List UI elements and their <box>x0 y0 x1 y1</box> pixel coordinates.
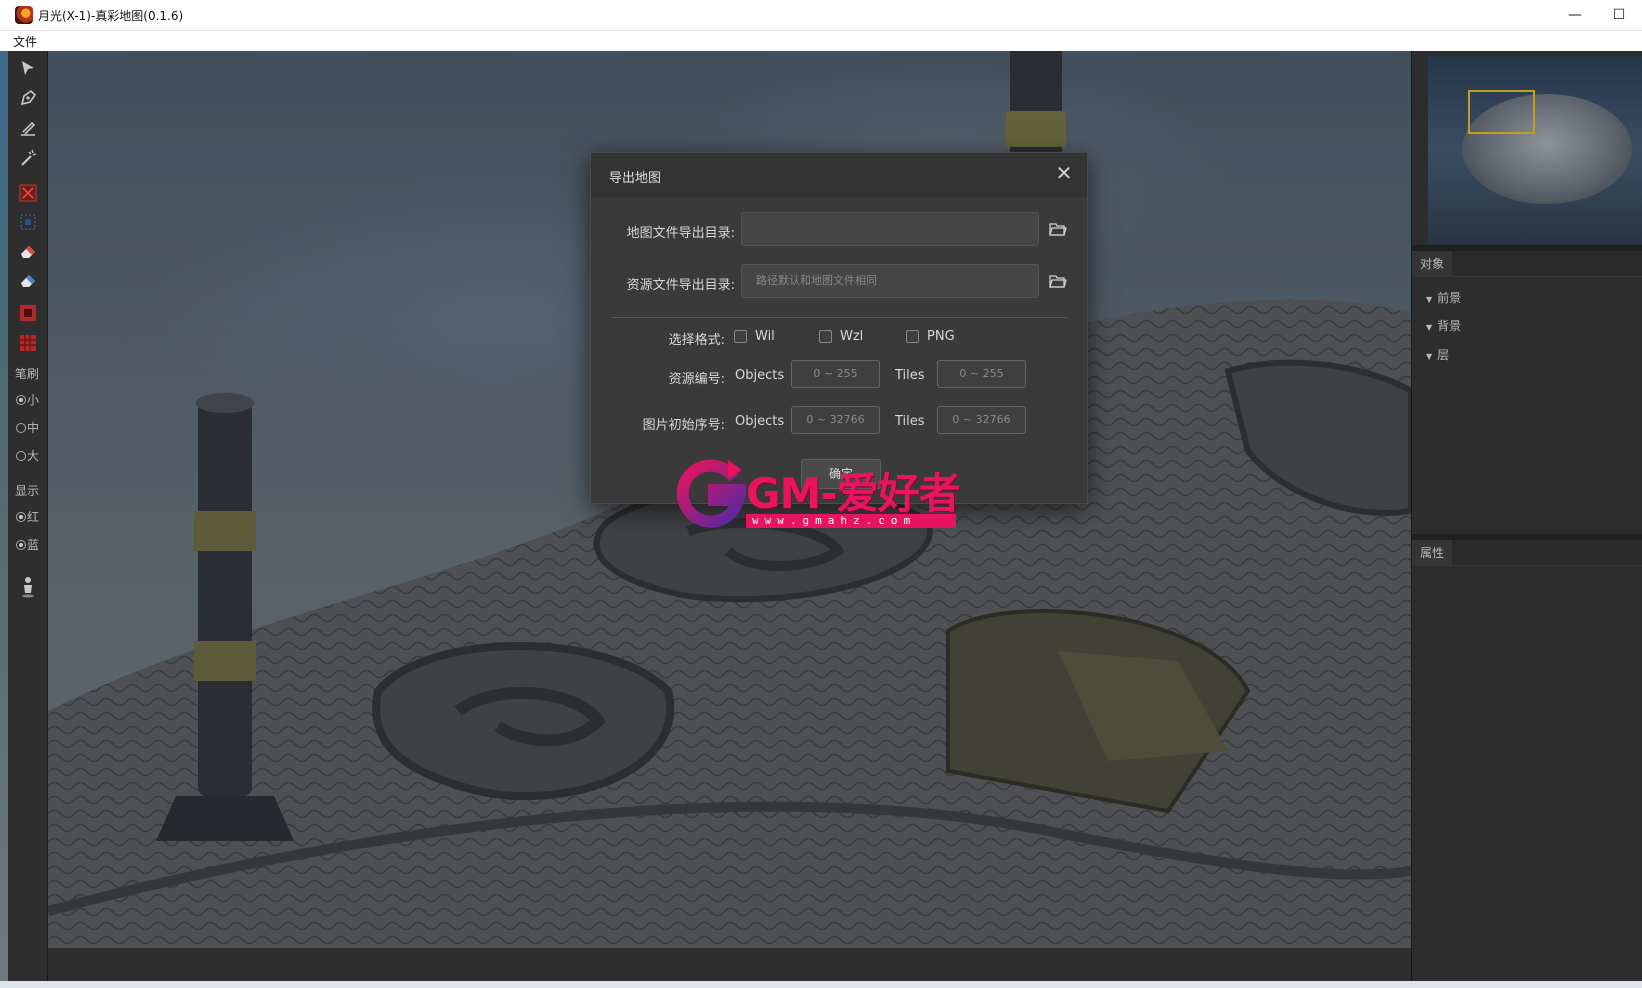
checkbox-box[interactable] <box>734 330 747 343</box>
radio-red[interactable] <box>16 511 26 522</box>
checkbox-label: Wil <box>755 329 775 344</box>
eraser-red-icon[interactable] <box>16 239 40 263</box>
properties-tab[interactable]: 属性 <box>1412 540 1453 566</box>
tree-item-foreground[interactable]: ▼ 前景 <box>1426 289 1461 306</box>
close-icon[interactable]: ✕ <box>1053 163 1075 185</box>
folder-open-icon[interactable] <box>1049 221 1071 241</box>
brush-tool-icon[interactable] <box>16 116 40 140</box>
checkbox-box[interactable] <box>819 330 832 343</box>
watermark: GM-爱好者 www.gmahz.com <box>676 456 961 536</box>
tree-label: 背景 <box>1437 319 1462 333</box>
brush-size-large[interactable]: 大 <box>16 447 39 464</box>
tiles-label: Tiles <box>895 368 925 383</box>
img-tiles-input[interactable]: 0 ~ 32766 <box>937 406 1026 434</box>
title-bar: 月光(X-1)-真彩地图(0.1.6) — ☐ <box>0 0 1642 31</box>
objects-panel-header: 对象 <box>1412 251 1642 277</box>
dialog-divider <box>611 317 1067 318</box>
img-objects-input[interactable]: 0 ~ 32766 <box>791 406 880 434</box>
format-wil-checkbox[interactable]: Wil <box>734 329 775 344</box>
map-dir-label: 地图文件导出目录: <box>626 226 735 241</box>
status-bar <box>48 948 1411 981</box>
brush-small-label: 小 <box>27 393 40 407</box>
eraser-blue-icon[interactable] <box>16 268 40 292</box>
tree-item-background[interactable]: ▼ 背景 <box>1426 317 1461 334</box>
minimap[interactable] <box>1428 56 1642 245</box>
watermark-logo <box>676 459 746 528</box>
brush-size-small[interactable]: 小 <box>16 391 39 408</box>
blue-select-icon[interactable] <box>16 210 40 234</box>
expand-arrow-icon[interactable]: ▼ <box>1426 295 1432 304</box>
map-dir-input[interactable] <box>741 212 1039 246</box>
display-red[interactable]: 红 <box>16 508 39 525</box>
folder-open-icon[interactable] <box>1049 273 1071 293</box>
res-objects-input[interactable]: 0 ~ 255 <box>791 360 880 388</box>
checkbox-box[interactable] <box>906 330 919 343</box>
right-panel: 对象 ▼ 前景 ▼ 背景 ▼ 层 属性 <box>1411 51 1642 981</box>
export-map-dialog: 导出地图 ✕ 地图文件导出目录: 资源文件导出目录: 路径默认和地图文件相同 选… <box>590 152 1088 504</box>
res-number-label: 资源编号: <box>668 372 725 387</box>
tree-item-layer[interactable]: ▼ 层 <box>1426 346 1449 363</box>
display-blue-label: 蓝 <box>27 538 40 552</box>
radio-blue[interactable] <box>16 539 26 550</box>
taskbar <box>0 981 1642 988</box>
radio-small[interactable] <box>16 394 26 405</box>
objects-tab[interactable]: 对象 <box>1412 251 1453 277</box>
objects-label: Objects <box>735 414 785 429</box>
image-start-label: 图片初始序号: <box>642 418 725 433</box>
res-tiles-input[interactable]: 0 ~ 255 <box>937 360 1026 388</box>
properties-panel-header: 属性 <box>1412 540 1642 566</box>
res-dir-label: 资源文件导出目录: <box>626 278 735 293</box>
character-icon[interactable] <box>16 575 40 599</box>
objects-label: Objects <box>735 368 785 383</box>
pen-tool-icon[interactable] <box>16 86 40 110</box>
delete-red-icon[interactable] <box>16 181 40 205</box>
checkbox-label: Wzl <box>840 329 864 344</box>
app-icon <box>15 6 33 24</box>
dialog-title: 导出地图 <box>609 171 662 186</box>
desktop-edge <box>0 51 8 981</box>
minimize-button[interactable]: — <box>1552 0 1598 31</box>
display-section-label: 显示 <box>15 484 40 498</box>
magic-wand-icon[interactable] <box>16 146 40 170</box>
radio-large[interactable] <box>16 450 26 461</box>
red-grid-icon[interactable] <box>16 331 40 355</box>
display-red-label: 红 <box>27 510 40 524</box>
watermark-url: www.gmahz.com <box>746 514 956 528</box>
window-title: 月光(X-1)-真彩地图(0.1.6) <box>38 9 184 23</box>
format-label: 选择格式: <box>668 333 725 348</box>
res-dir-input[interactable]: 路径默认和地图文件相同 <box>741 264 1039 298</box>
tree-label: 前景 <box>1437 291 1462 305</box>
red-frame-icon[interactable] <box>16 301 40 325</box>
tree-label: 层 <box>1437 348 1450 362</box>
checkbox-label: PNG <box>927 329 955 344</box>
brush-large-label: 大 <box>27 449 40 463</box>
display-blue[interactable]: 蓝 <box>16 536 39 553</box>
brush-section-label: 笔刷 <box>15 367 40 381</box>
menu-file[interactable]: 文件 <box>13 33 37 50</box>
menu-bar: 文件 <box>0 31 1642 51</box>
select-arrow-icon[interactable] <box>16 56 40 80</box>
brush-size-medium[interactable]: 中 <box>16 419 39 436</box>
minimap-viewport-frame[interactable] <box>1468 90 1535 134</box>
radio-medium[interactable] <box>16 422 26 433</box>
watermark-text: GM-爱好者 <box>746 469 961 518</box>
expand-arrow-icon[interactable]: ▼ <box>1426 352 1432 361</box>
dialog-header: 导出地图 ✕ <box>591 153 1087 197</box>
expand-arrow-icon[interactable]: ▼ <box>1426 323 1432 332</box>
format-wzl-checkbox[interactable]: Wzl <box>819 329 863 344</box>
maximize-button[interactable]: ☐ <box>1596 0 1642 31</box>
brush-medium-label: 中 <box>27 421 40 435</box>
format-png-checkbox[interactable]: PNG <box>906 329 955 344</box>
tiles-label: Tiles <box>895 414 925 429</box>
